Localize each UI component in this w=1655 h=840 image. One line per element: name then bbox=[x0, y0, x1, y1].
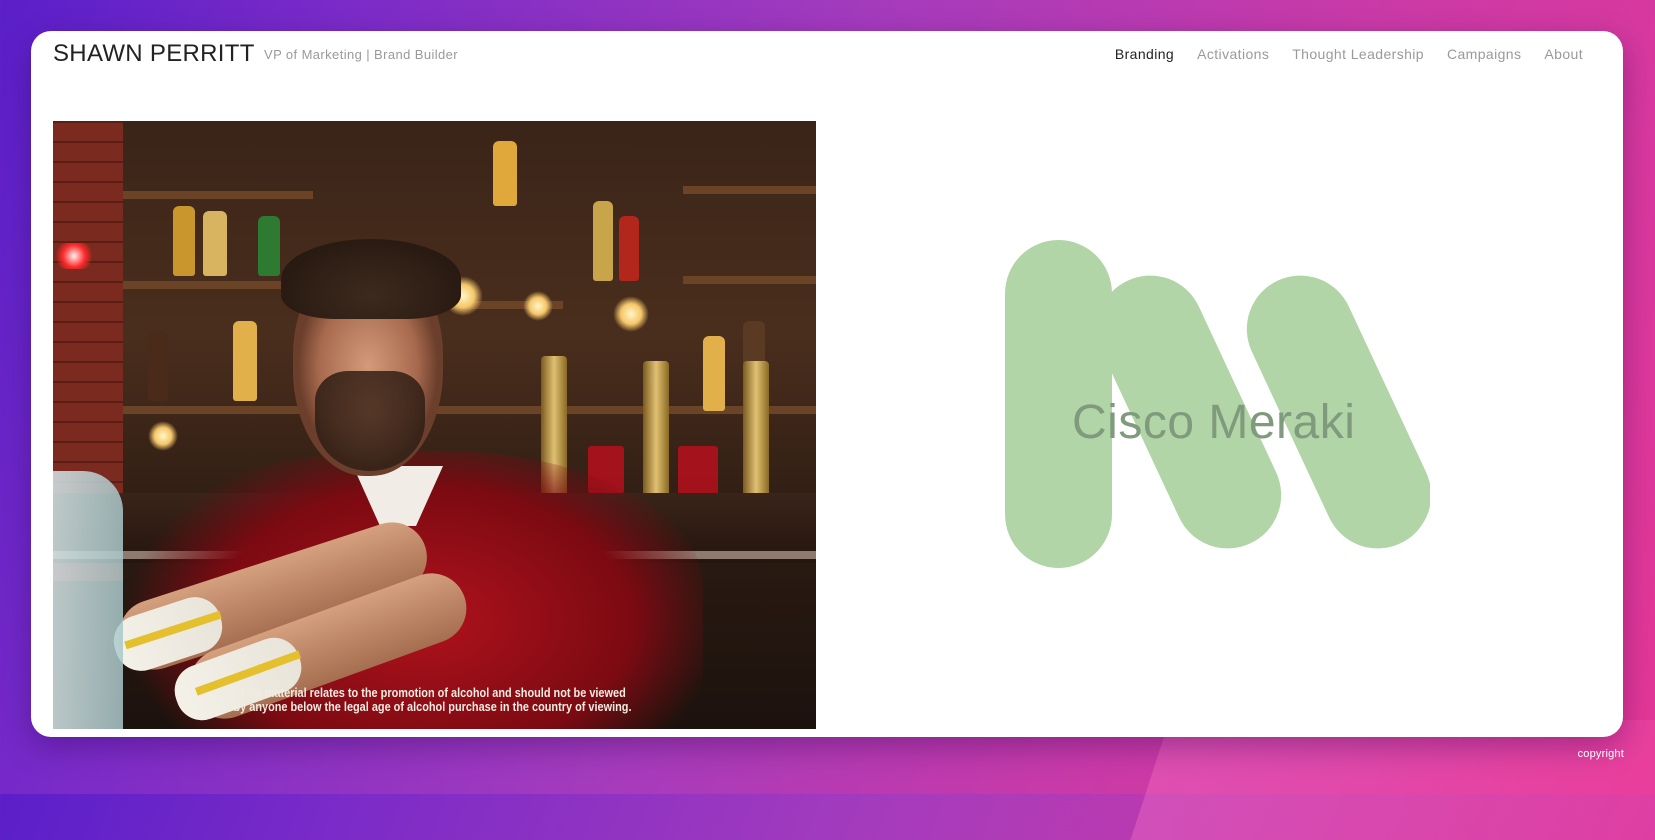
nav-about[interactable]: About bbox=[1544, 46, 1583, 62]
site-tagline: VP of Marketing | Brand Builder bbox=[264, 47, 459, 62]
person-beard bbox=[315, 371, 425, 471]
video-disclaimer: This material relates to the promotion o… bbox=[112, 686, 753, 714]
beer-tap bbox=[743, 361, 769, 511]
bokeh-light bbox=[148, 421, 178, 451]
disclaimer-line-2: by anyone below the legal age of alcohol… bbox=[233, 699, 632, 714]
project-title[interactable]: Cisco Meraki bbox=[1072, 395, 1355, 450]
bottle bbox=[619, 216, 639, 281]
shelf bbox=[683, 186, 816, 194]
bottle bbox=[258, 216, 280, 276]
beer-tap bbox=[643, 361, 669, 511]
nav-activations[interactable]: Activations bbox=[1197, 46, 1269, 62]
bottle bbox=[493, 141, 517, 206]
bottle bbox=[148, 331, 168, 401]
shelf bbox=[683, 276, 816, 284]
main-nav: Branding Activations Thought Leadership … bbox=[1115, 46, 1583, 62]
nav-branding[interactable]: Branding bbox=[1115, 46, 1174, 62]
nav-campaigns[interactable]: Campaigns bbox=[1447, 46, 1521, 62]
bottle bbox=[233, 321, 257, 401]
site-name[interactable]: SHAWN PERRITT bbox=[53, 40, 255, 68]
person-hair bbox=[281, 239, 461, 319]
bokeh-light bbox=[613, 296, 649, 332]
bottle bbox=[173, 206, 195, 276]
bottle bbox=[703, 336, 725, 411]
video-thumbnail[interactable]: This material relates to the promotion o… bbox=[53, 121, 816, 729]
bokeh-light bbox=[523, 291, 553, 321]
shelf bbox=[123, 191, 313, 199]
bar-light-left bbox=[53, 243, 95, 269]
nav-thought-leadership[interactable]: Thought Leadership bbox=[1292, 46, 1424, 62]
shot-glass bbox=[678, 446, 718, 496]
disclaimer-line-1: This material relates to the promotion o… bbox=[239, 685, 626, 700]
copyright-text: copyright bbox=[1577, 748, 1624, 760]
bottle bbox=[203, 211, 227, 276]
bottle bbox=[593, 201, 613, 281]
